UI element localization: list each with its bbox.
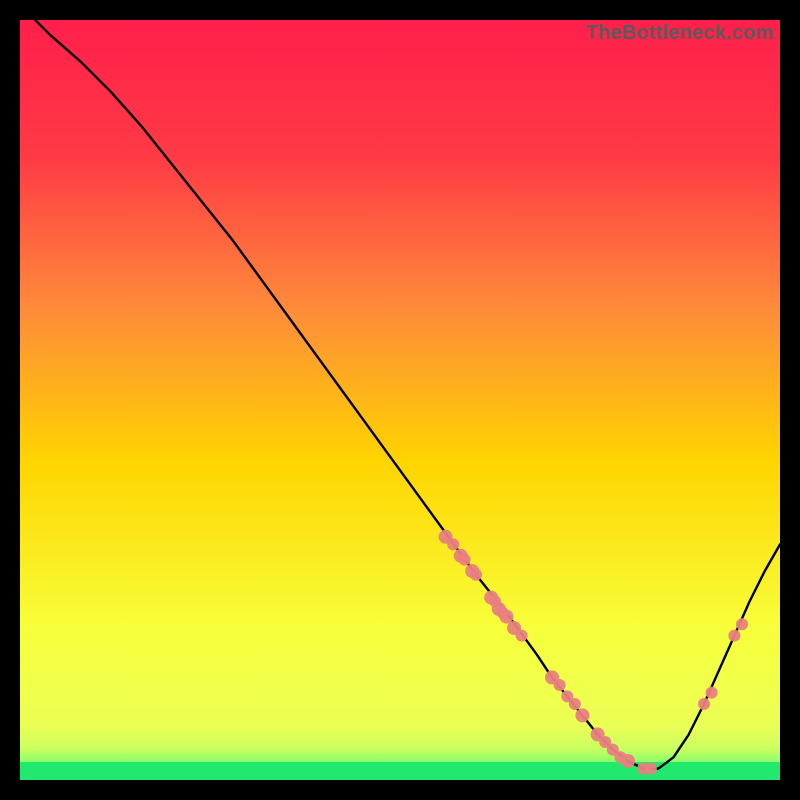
green-bottom-band [20, 762, 780, 780]
highlight-point [470, 569, 482, 581]
gradient-background [20, 20, 780, 780]
highlight-point [575, 708, 589, 722]
highlight-point [706, 687, 718, 699]
highlight-point [447, 538, 459, 550]
highlight-point [499, 610, 513, 624]
highlight-point [698, 698, 710, 710]
bottleneck-chart [20, 20, 780, 780]
highlight-point [516, 630, 528, 642]
highlight-point [459, 554, 471, 566]
highlight-point [554, 679, 566, 691]
watermark-text: TheBottleneck.com [586, 22, 774, 45]
highlight-point [645, 763, 657, 775]
highlight-point [736, 618, 748, 630]
highlight-point [728, 630, 740, 642]
chart-frame: TheBottleneck.com [20, 20, 780, 780]
highlight-point [621, 754, 635, 768]
highlight-point [569, 698, 581, 710]
